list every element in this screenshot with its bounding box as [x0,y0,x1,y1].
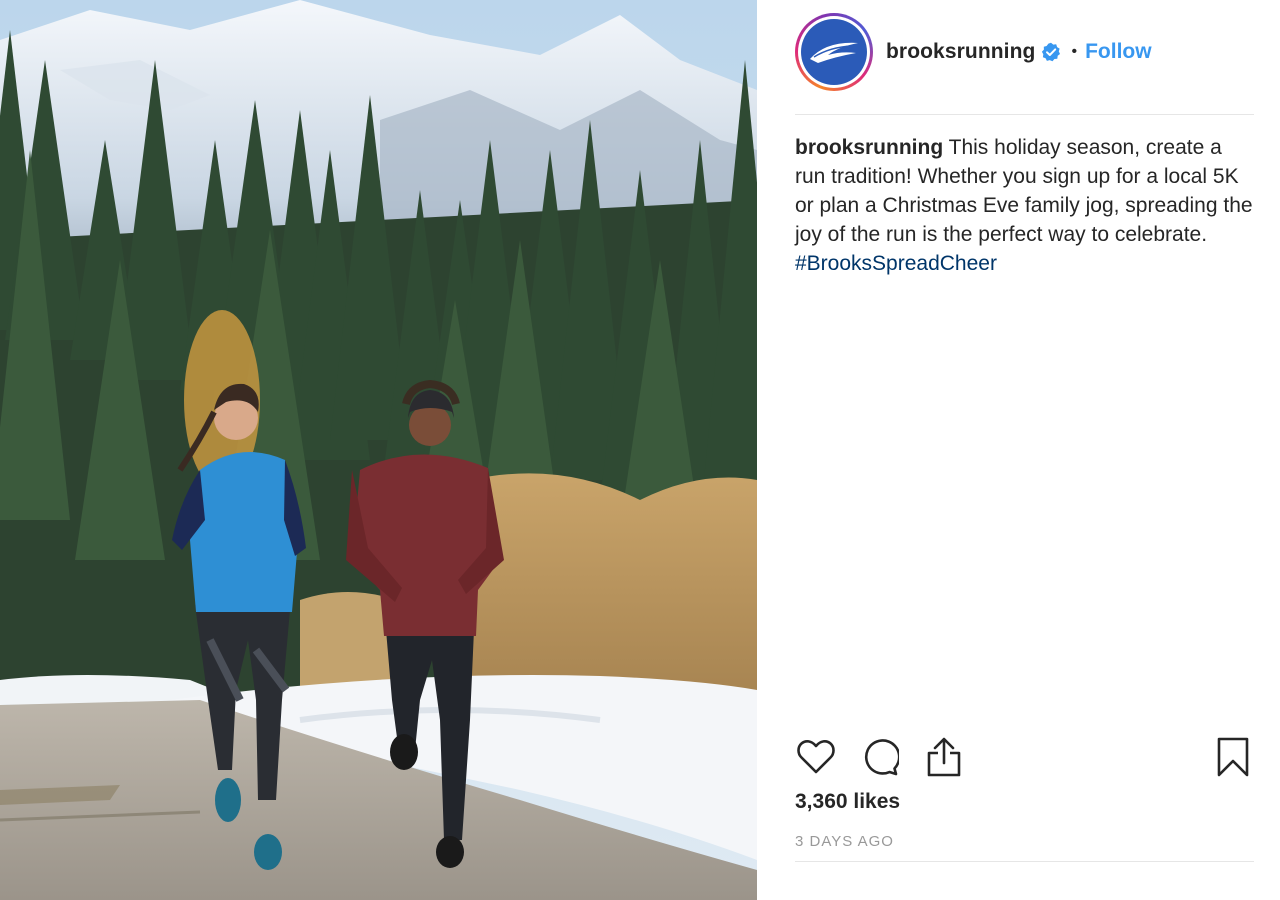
separator-dot: • [1071,43,1078,60]
save-button[interactable] [1212,736,1254,778]
comment-bubble-icon [864,739,899,776]
share-icon [927,737,961,777]
comment-button[interactable] [859,736,901,778]
verified-badge-icon [1041,42,1061,62]
bookmark-icon [1217,737,1249,777]
username-link[interactable]: brooksrunning [886,40,1035,64]
header-divider [795,114,1254,115]
avatar[interactable] [795,13,873,91]
post-header: brooksrunning • Follow [795,13,1254,91]
instagram-post: brooksrunning • Follow brooksrunning Thi… [0,0,1280,900]
post-caption: brooksrunning This holiday season, creat… [795,133,1255,278]
post-photo[interactable] [0,0,757,900]
heart-icon [797,740,835,774]
hashtag-link[interactable]: #BrooksSpreadCheer [795,252,997,275]
post-actions [795,736,1254,778]
likes-count[interactable]: 3,360 likes [795,790,900,814]
brooks-logo-icon [801,19,867,85]
follow-button[interactable]: Follow [1085,40,1152,64]
share-button[interactable] [923,736,965,778]
runners-photo [0,0,757,900]
post-timestamp[interactable]: 3 DAYS AGO [795,833,894,850]
post-details-panel: brooksrunning • Follow brooksrunning Thi… [757,0,1280,900]
like-button[interactable] [795,736,837,778]
footer-divider [795,861,1254,862]
caption-username-link[interactable]: brooksrunning [795,136,943,159]
